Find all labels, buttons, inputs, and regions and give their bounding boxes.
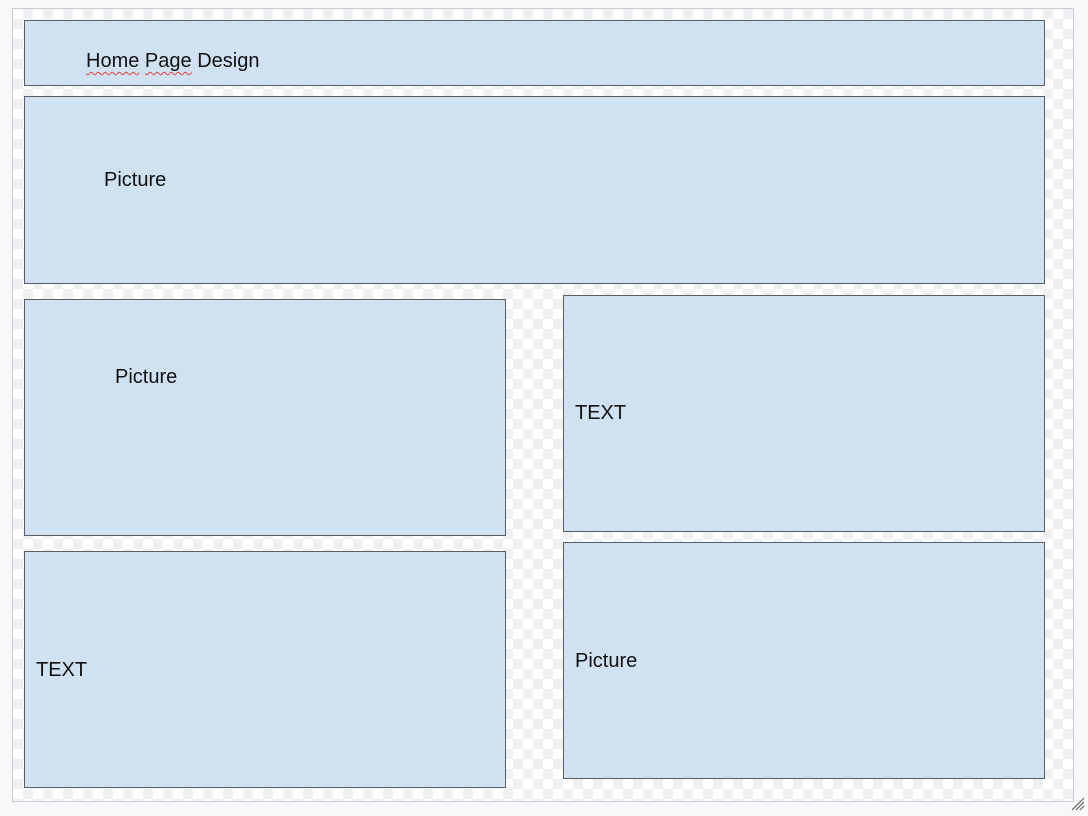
middle-right-text-box[interactable]	[563, 295, 1045, 532]
bottom-left-text-label: TEXT	[36, 659, 87, 682]
bottom-left-text-box[interactable]	[24, 551, 506, 788]
middle-right-text-label: TEXT	[575, 402, 626, 425]
header-word-design: Design	[197, 50, 259, 72]
middle-left-picture-box[interactable]	[24, 299, 506, 536]
bottom-right-picture-label: Picture	[575, 650, 637, 673]
hero-picture-label: Picture	[104, 169, 166, 192]
header-word-home: Home	[86, 50, 139, 72]
resize-grip-icon[interactable]	[1069, 795, 1085, 811]
middle-left-picture-label: Picture	[115, 366, 177, 389]
hero-picture-box[interactable]	[24, 96, 1045, 284]
header-title: Home Page Design	[86, 50, 259, 73]
header-word-page: Page	[145, 50, 192, 72]
